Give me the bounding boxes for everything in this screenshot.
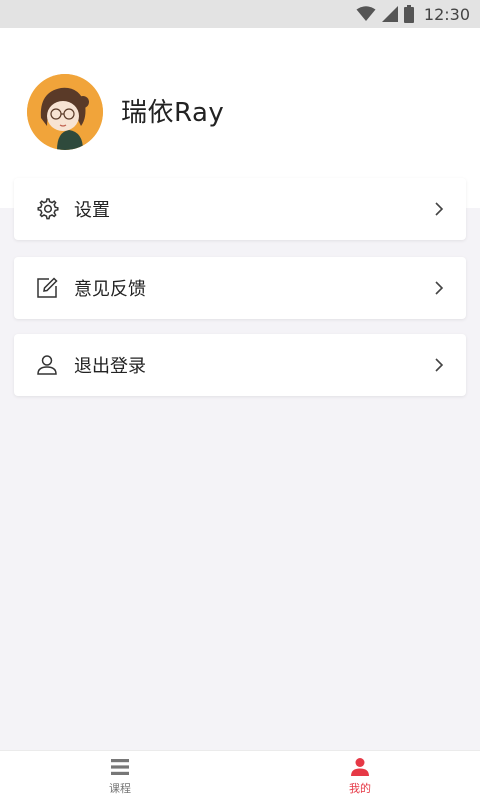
- avatar[interactable]: [27, 74, 103, 150]
- menu-item-logout[interactable]: 退出登录: [14, 334, 466, 396]
- list-icon: [111, 758, 129, 775]
- gear-icon: [34, 196, 60, 222]
- tab-label: 我的: [349, 781, 371, 795]
- status-bar: 12:30: [0, 0, 480, 28]
- wifi-icon: [356, 6, 376, 21]
- menu-item-feedback[interactable]: 意见反馈: [14, 257, 466, 319]
- person-icon: [351, 757, 369, 776]
- bottom-tab-bar: 课程 我的: [0, 750, 480, 801]
- tab-mine[interactable]: 我的: [240, 751, 480, 801]
- menu-item-label: 意见反馈: [74, 279, 146, 300]
- edit-note-icon: [34, 275, 60, 301]
- tab-courses[interactable]: 课程: [0, 751, 240, 801]
- chevron-right-icon: [432, 358, 446, 372]
- status-time: 12:30: [423, 4, 470, 24]
- chevron-right-icon: [432, 202, 446, 216]
- user-icon: [34, 352, 60, 378]
- tab-label: 课程: [109, 781, 131, 795]
- menu-item-label: 设置: [74, 200, 110, 221]
- menu-item-settings[interactable]: 设置: [14, 178, 466, 240]
- battery-icon: [403, 5, 414, 23]
- menu-item-label: 退出登录: [74, 356, 146, 377]
- avatar-icon: [27, 74, 103, 150]
- username: 瑞依Ray: [121, 98, 225, 128]
- chevron-right-icon: [432, 281, 446, 295]
- cellular-signal-icon: [381, 6, 398, 22]
